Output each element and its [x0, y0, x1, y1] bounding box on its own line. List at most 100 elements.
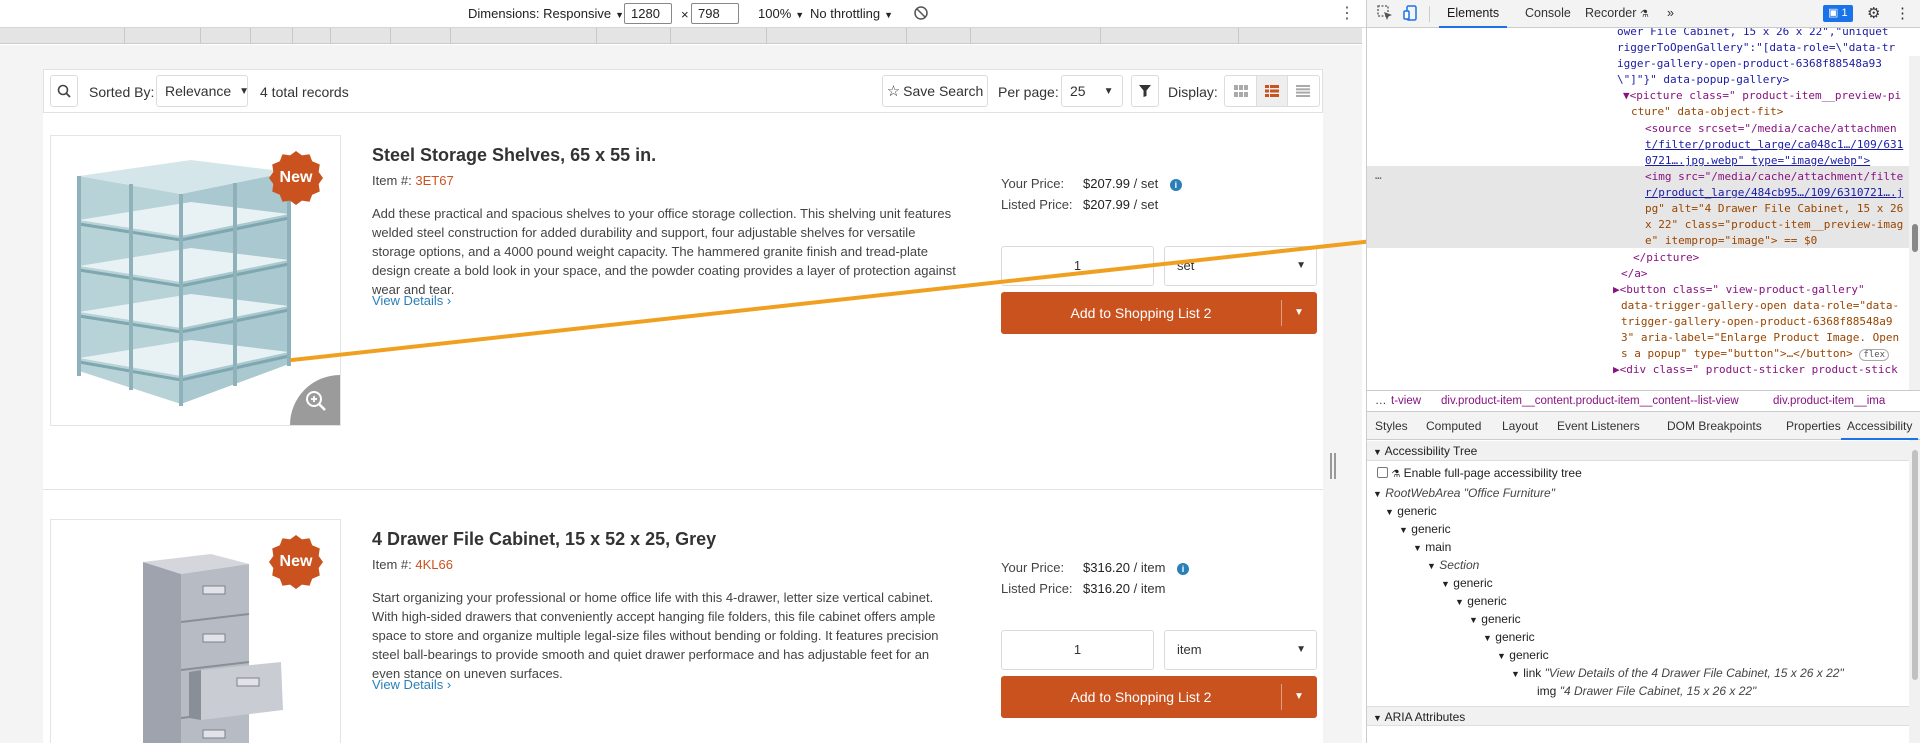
tab-dom-breakpoints[interactable]: DOM Breakpoints	[1667, 419, 1762, 433]
add-to-shopping-list-button[interactable]: Add to Shopping List 2 ▼	[1001, 676, 1317, 718]
product-title[interactable]: 4 Drawer File Cabinet, 15 x 52 x 25, Gre…	[372, 529, 716, 550]
dom-line[interactable]: <img src="/media/cache/attachment/filte	[1645, 169, 1920, 185]
tree-node[interactable]: ▼ generic	[1497, 648, 1549, 662]
height-input[interactable]: 798	[691, 3, 739, 24]
dom-line[interactable]: <source srcset="/media/cache/attachmen	[1645, 121, 1920, 137]
accessibility-tree-header[interactable]: ▼ Accessibility Tree	[1367, 441, 1920, 461]
tab-styles[interactable]: Styles	[1375, 419, 1408, 433]
zoom-select[interactable]: 100% ▼	[758, 6, 804, 21]
dom-line[interactable]: ower File Cabinet, 15 x 26 x 22","unique…	[1617, 28, 1920, 40]
width-input[interactable]: 1280	[624, 3, 672, 24]
node-ellipsis-icon[interactable]: …	[1375, 168, 1382, 184]
checkbox[interactable]	[1377, 467, 1388, 478]
tab-event-listeners[interactable]: Event Listeners	[1557, 419, 1640, 433]
info-icon[interactable]: i	[1169, 179, 1182, 191]
tab-console[interactable]: Console	[1525, 6, 1571, 20]
full-page-tree-option[interactable]: ⚗ Enable full-page accessibility tree	[1377, 466, 1582, 480]
dom-line[interactable]: ▶<button class=" view-product-gallery"	[1613, 282, 1920, 298]
caret-down-icon[interactable]: ▼	[1281, 676, 1317, 718]
more-tabs-button[interactable]: »	[1667, 6, 1674, 20]
messages-badge[interactable]: ▣ 1	[1823, 5, 1853, 22]
tree-node[interactable]: ▼ Section	[1427, 558, 1479, 572]
product-description: Add these practical and spacious shelves…	[372, 206, 956, 297]
quantity-input[interactable]: 1	[1001, 630, 1154, 670]
dom-line[interactable]: x 22" class="product-item__preview-imag	[1645, 217, 1920, 233]
dom-line[interactable]: cture" data-object-fit>	[1631, 104, 1920, 120]
tree-node[interactable]: ▼ generic	[1399, 522, 1451, 536]
unit-select[interactable]: set ▼	[1164, 246, 1317, 286]
a11y-scrollbar[interactable]	[1909, 440, 1920, 743]
dom-line[interactable]: trigger-gallery-open-product-6368f88548a…	[1621, 314, 1920, 330]
viewport-resize-handle[interactable]	[1330, 453, 1336, 479]
tree-node[interactable]: ▼ generic	[1385, 504, 1437, 518]
tree-node[interactable]: ▼ generic	[1441, 576, 1493, 590]
dom-line[interactable]: s a popup" type="button">…</button> flex	[1621, 346, 1920, 363]
breadcrumb-item[interactable]: t-view	[1391, 395, 1421, 407]
scrollbar-thumb[interactable]	[1912, 450, 1918, 680]
device-toggle-icon[interactable]	[1403, 5, 1419, 24]
dom-scrollbar[interactable]	[1909, 56, 1920, 390]
dom-line[interactable]: 3" aria-label="Enlarge Product Image. Op…	[1621, 330, 1920, 346]
quick-search-button[interactable]	[50, 75, 78, 107]
product-image[interactable]: New	[50, 519, 341, 743]
flex-badge[interactable]: flex	[1859, 349, 1890, 361]
tab-elements[interactable]: Elements	[1438, 6, 1508, 28]
save-search-button[interactable]: ☆ Save Search	[882, 75, 988, 107]
dom-line[interactable]: </a>	[1621, 266, 1920, 282]
dom-line[interactable]: ▶<div class=" product-sticker product-st…	[1613, 362, 1920, 378]
settings-gear-icon[interactable]: ⚙	[1867, 4, 1880, 22]
item-sku[interactable]: 3ET67	[415, 173, 453, 188]
list-view-button[interactable]	[1256, 76, 1288, 106]
inspect-element-icon[interactable]	[1377, 5, 1393, 24]
aria-attributes-header[interactable]: ▼ ARIA Attributes	[1367, 706, 1920, 726]
tab-computed[interactable]: Computed	[1426, 419, 1481, 433]
tab-recorder[interactable]: Recorder ⚗	[1585, 6, 1649, 20]
dimensions-select[interactable]: Dimensions: Responsive ▼	[468, 6, 624, 21]
tree-node[interactable]: ▼ generic	[1469, 612, 1521, 626]
view-details-link[interactable]: View Details ›	[372, 677, 451, 692]
dom-line[interactable]: \"]"}" data-popup-gallery>	[1617, 72, 1920, 88]
dom-line[interactable]: pg" alt="4 Drawer File Cabinet, 15 x 26	[1645, 201, 1920, 217]
dom-line[interactable]: igger-gallery-open-product-6368f88548a93	[1617, 56, 1920, 72]
breadcrumb-item[interactable]: div.product-item__content.product-item__…	[1441, 395, 1739, 407]
more-options-icon[interactable]: ⋮	[1895, 4, 1910, 22]
caret-down-icon[interactable]: ▼	[1281, 292, 1317, 334]
tree-node[interactable]: ▼ main	[1413, 540, 1451, 554]
more-options-icon[interactable]: ⋮	[1339, 3, 1355, 23]
throttling-select[interactable]: No throttling ▼	[810, 6, 893, 21]
item-sku[interactable]: 4KL66	[415, 557, 453, 572]
dom-line[interactable]: ▼<picture class=" product-item__preview-…	[1623, 88, 1920, 104]
unit-select[interactable]: item ▼	[1164, 630, 1317, 670]
toolbar-separator	[1429, 6, 1430, 22]
dom-line[interactable]: </picture>	[1633, 250, 1920, 266]
tree-node-img[interactable]: img "4 Drawer File Cabinet, 15 x 26 x 22…	[1537, 684, 1756, 698]
grid-view-button[interactable]	[1225, 76, 1256, 106]
compact-view-button[interactable]	[1288, 76, 1319, 106]
tree-node-link[interactable]: ▼ link "View Details of the 4 Drawer Fil…	[1511, 666, 1844, 680]
sort-select[interactable]: Relevance ▼	[156, 75, 249, 107]
product-image[interactable]: New	[50, 135, 341, 426]
rotate-icon[interactable]	[913, 5, 929, 24]
dom-line[interactable]: r/product_large/484cb95…/109/6310721….j	[1645, 185, 1920, 201]
dom-line[interactable]: t/filter/product_large/ca048c1…/109/631	[1645, 137, 1920, 153]
tree-node-root[interactable]: ▼ RootWebArea "Office Furniture"	[1373, 486, 1555, 500]
tree-node[interactable]: ▼ generic	[1483, 630, 1535, 644]
breadcrumb-item[interactable]: div.product-item__ima	[1773, 395, 1885, 407]
tab-layout[interactable]: Layout	[1502, 419, 1538, 433]
tab-properties[interactable]: Properties	[1786, 419, 1841, 433]
product-title[interactable]: Steel Storage Shelves, 65 x 55 in.	[372, 145, 656, 166]
breadcrumb-ellipsis[interactable]: …	[1375, 395, 1387, 407]
add-to-shopping-list-button[interactable]: Add to Shopping List 2 ▼	[1001, 292, 1317, 334]
scrollbar-thumb[interactable]	[1912, 224, 1918, 252]
view-details-link[interactable]: View Details ›	[372, 293, 451, 308]
quantity-input[interactable]: 1	[1001, 246, 1154, 286]
filter-button[interactable]	[1131, 75, 1159, 107]
info-icon[interactable]: i	[1177, 563, 1190, 575]
per-page-select[interactable]: 25 ▼	[1061, 75, 1123, 107]
dom-line[interactable]: data-trigger-gallery-open data-role="dat…	[1621, 298, 1920, 314]
tree-node[interactable]: ▼ generic	[1455, 594, 1507, 608]
dom-line[interactable]: e" itemprop="image"> == $0	[1645, 233, 1920, 249]
dom-line[interactable]: 0721….jpg.webp" type="image/webp">	[1645, 153, 1920, 169]
tab-accessibility[interactable]: Accessibility	[1840, 419, 1919, 440]
dom-line[interactable]: riggerToOpenGallery":"[data-role=\"data-…	[1617, 40, 1920, 56]
